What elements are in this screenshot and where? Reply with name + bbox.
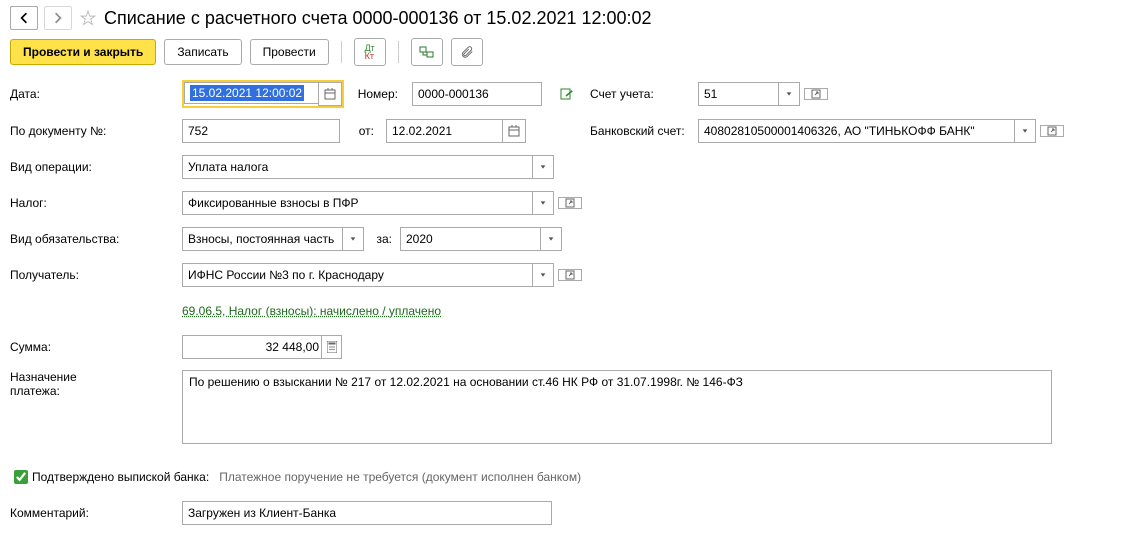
- page-title: Списание с расчетного счета 0000-000136 …: [104, 8, 652, 29]
- dropdown-icon[interactable]: [778, 82, 800, 106]
- number-input[interactable]: [412, 82, 542, 106]
- label-op-type: Вид операции:: [10, 160, 182, 174]
- label-purpose: Назначение платежа:: [10, 370, 182, 398]
- label-from: от:: [348, 124, 378, 138]
- post-button[interactable]: Провести: [250, 39, 329, 65]
- date-field-highlight: 15.02.2021 12:00:02: [182, 80, 344, 108]
- label-for: за:: [372, 232, 392, 246]
- op-type-input[interactable]: [182, 155, 532, 179]
- calculator-icon[interactable]: [321, 335, 342, 359]
- post-and-close-button[interactable]: Провести и закрыть: [10, 39, 156, 65]
- label-sum: Сумма:: [10, 340, 182, 354]
- open-icon[interactable]: [558, 269, 582, 281]
- label-tax: Налог:: [10, 196, 182, 210]
- ledger-link[interactable]: 69.06.5, Налог (взносы): начислено / упл…: [182, 304, 441, 318]
- open-icon[interactable]: [804, 88, 828, 100]
- dt-kt-icon[interactable]: ДтКт: [354, 38, 386, 66]
- label-by-doc: По документу №:: [10, 124, 182, 138]
- purpose-textarea[interactable]: [182, 370, 1052, 444]
- account-input[interactable]: [698, 82, 778, 106]
- dropdown-icon[interactable]: [540, 227, 562, 251]
- dropdown-icon[interactable]: [532, 191, 554, 215]
- separator: [398, 41, 399, 63]
- sum-input[interactable]: [182, 335, 342, 359]
- label-number: Номер:: [352, 87, 404, 101]
- comment-input[interactable]: [182, 501, 552, 525]
- by-doc-input[interactable]: [182, 119, 340, 143]
- liability-input[interactable]: [182, 227, 342, 251]
- dropdown-icon[interactable]: [532, 263, 554, 287]
- separator: [341, 41, 342, 63]
- open-icon[interactable]: [558, 197, 582, 209]
- back-button[interactable]: [10, 6, 38, 30]
- open-icon[interactable]: [1040, 125, 1064, 137]
- label-liability: Вид обязательства:: [10, 232, 182, 246]
- calendar-icon[interactable]: [502, 119, 526, 143]
- confirmed-note: Платежное поручение не требуется (докуме…: [219, 470, 581, 484]
- favorite-star-icon[interactable]: [78, 8, 98, 28]
- tax-input[interactable]: [182, 191, 532, 215]
- forward-button[interactable]: [44, 6, 72, 30]
- label-account: Счет учета:: [590, 87, 698, 101]
- year-input[interactable]: [400, 227, 540, 251]
- label-date: Дата:: [10, 87, 182, 101]
- dropdown-icon[interactable]: [532, 155, 554, 179]
- dropdown-icon[interactable]: [342, 227, 364, 251]
- date-input[interactable]: 15.02.2021 12:00:02: [184, 82, 318, 104]
- related-docs-icon[interactable]: [411, 38, 443, 66]
- label-bank-account: Банковский счет:: [590, 124, 698, 138]
- label-confirmed: Подтверждено выпиской банка:: [32, 470, 209, 484]
- dropdown-icon[interactable]: [1014, 119, 1036, 143]
- calendar-icon[interactable]: [318, 82, 342, 106]
- recipient-input[interactable]: [182, 263, 532, 287]
- label-recipient: Получатель:: [10, 268, 182, 282]
- status-icon[interactable]: [556, 87, 578, 101]
- confirmed-checkbox[interactable]: [14, 470, 28, 484]
- save-button[interactable]: Записать: [164, 39, 241, 65]
- attachment-icon[interactable]: [451, 38, 483, 66]
- bank-account-input[interactable]: [698, 119, 1014, 143]
- from-date-input[interactable]: [386, 119, 502, 143]
